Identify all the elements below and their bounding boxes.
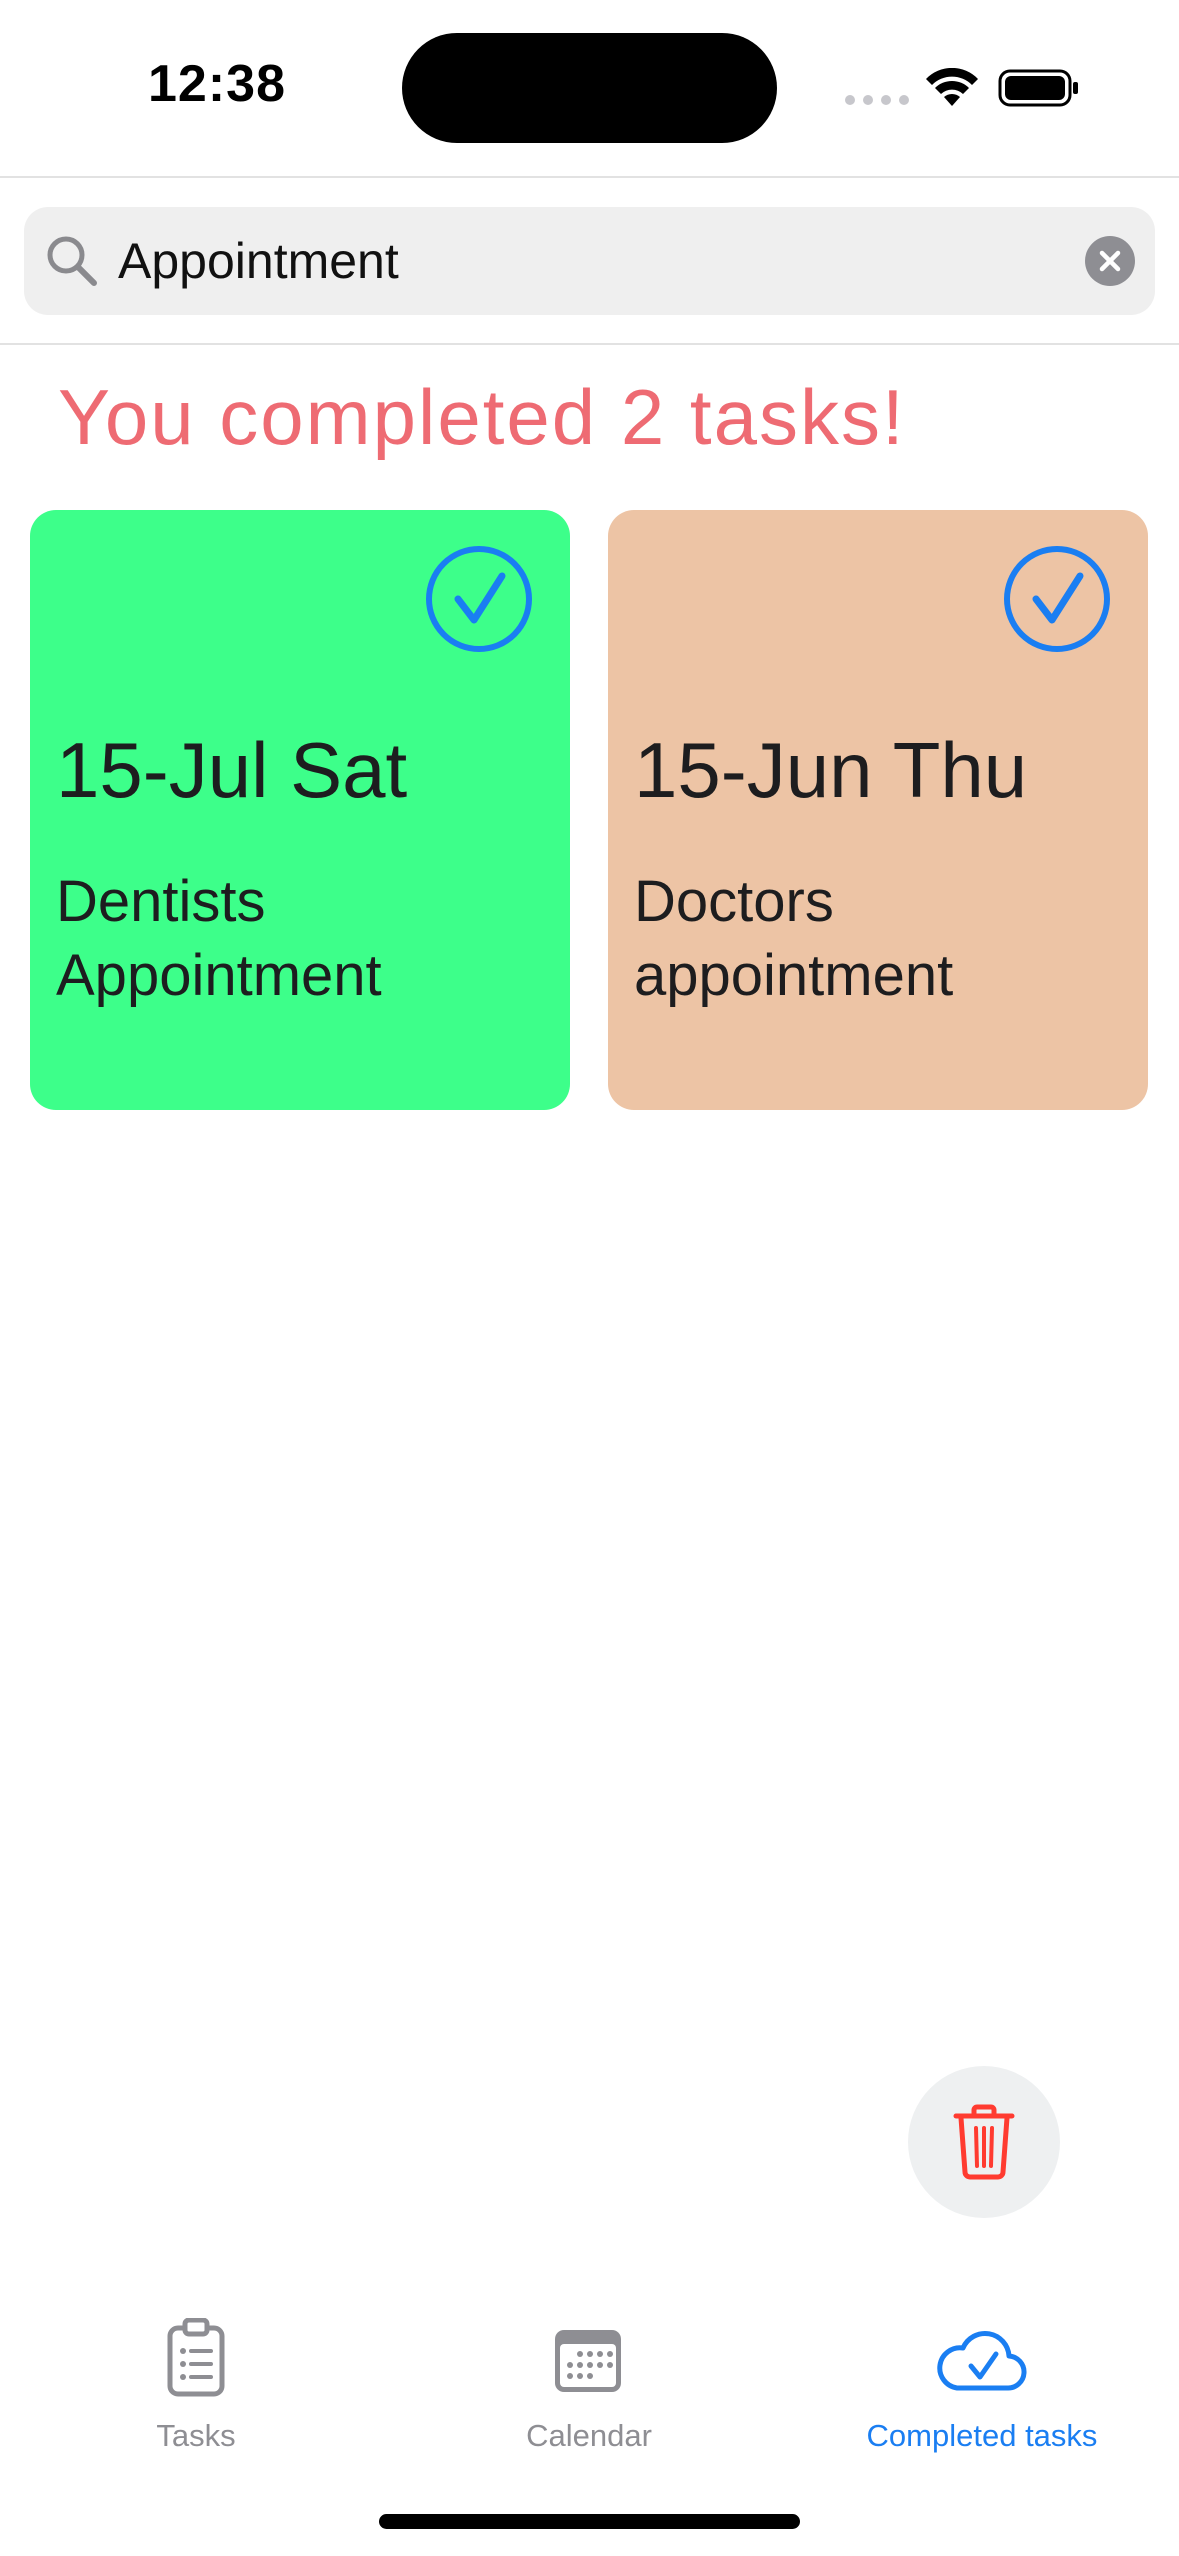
task-card[interactable]: 15-Jul Sat Dentists Appointment [30,510,570,1110]
home-indicator [379,2514,800,2529]
calendar-icon [555,2330,621,2392]
search-input[interactable] [118,207,1068,315]
cloud-check-icon [937,2330,1027,2391]
checkmark-circle-icon[interactable] [1002,544,1112,654]
completed-count-heading: You completed 2 tasks! [58,373,906,461]
task-title: Dentists Appointment [56,869,382,1008]
tab-label: Tasks [156,2418,236,2453]
search-bar[interactable] [24,207,1155,315]
trash-icon [953,2104,1015,2180]
clear-search-icon[interactable] [1085,236,1135,286]
battery-icon [998,69,1078,107]
search-icon [47,236,97,286]
delete-completed-button[interactable] [908,2066,1060,2218]
clipboard-list-icon [167,2318,225,2397]
search-divider [0,343,1179,345]
top-divider [0,176,1179,178]
task-date: 15-Jul Sat [56,726,408,814]
status-bar: 12:38 [0,0,1179,176]
cellular-signal-icon [845,95,909,105]
tab-bar: Tasks Calendar Completed tasks [0,2300,1179,2480]
tab-completed-tasks[interactable]: Completed tasks [786,2300,1179,2480]
dynamic-island [402,33,777,143]
task-title: Doctors appointment [634,869,954,1008]
task-card[interactable]: 15-Jun Thu Doctors appointment [608,510,1148,1110]
task-date: 15-Jun Thu [634,726,1028,814]
tab-label: Completed tasks [866,2418,1098,2453]
tab-tasks[interactable]: Tasks [0,2300,393,2480]
wifi-icon [926,68,978,106]
checkmark-circle-icon[interactable] [424,544,534,654]
tab-calendar[interactable]: Calendar [393,2300,786,2480]
status-time: 12:38 [148,55,286,113]
tab-label: Calendar [526,2418,652,2453]
